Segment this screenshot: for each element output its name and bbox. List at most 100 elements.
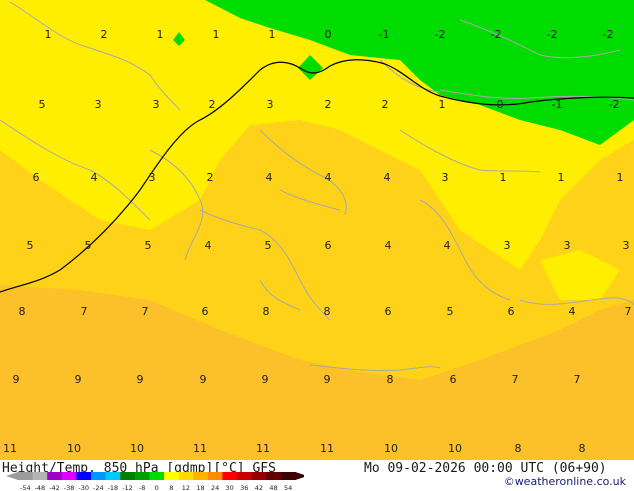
temperature-value-label: 7 (142, 305, 149, 318)
temperature-value-label: 9 (13, 373, 20, 386)
temperature-value-label: 3 (267, 98, 274, 111)
temperature-value-label: -2 (609, 98, 620, 111)
temperature-value-label: 9 (262, 373, 269, 386)
temperature-value-label: 2 (382, 98, 389, 111)
scale-swatch (266, 472, 282, 480)
temperature-value-label: 0 (325, 28, 332, 41)
temperature-value-label: 5 (39, 98, 46, 111)
scale-left-arrow (6, 472, 18, 480)
scale-swatch (164, 472, 180, 480)
scale-right-arrow (295, 472, 304, 480)
temperature-value-label: 5 (447, 305, 454, 318)
scale-swatch (32, 472, 48, 480)
footer-bar: Height/Temp. 850 hPa [gdmp][°C] GFS Mo 0… (0, 460, 634, 491)
temperature-value-label: -2 (603, 28, 614, 41)
temperature-value-label: 8 (515, 442, 522, 455)
scale-swatch (178, 472, 194, 480)
temperature-value-label: 9 (75, 373, 82, 386)
temperature-value-label: 4 (384, 171, 391, 184)
temperature-value-label: 6 (450, 373, 457, 386)
temperature-value-label: 10 (130, 442, 144, 455)
source-credit[interactable]: ©weatheronline.co.uk (504, 475, 626, 488)
temperature-value-label: 6 (385, 305, 392, 318)
temperature-value-label: 11 (193, 442, 207, 455)
temperature-value-label: 4 (91, 171, 98, 184)
temperature-value-label: 1 (617, 171, 624, 184)
temperature-value-label: 2 (325, 98, 332, 111)
temperature-value-label: 9 (200, 373, 207, 386)
temperature-value-label: 3 (95, 98, 102, 111)
temperature-value-label: 3 (153, 98, 160, 111)
temperature-value-label: 11 (320, 442, 334, 455)
temperature-value-label: 2 (101, 28, 108, 41)
scale-swatch (134, 472, 150, 480)
temperature-value-label: 5 (265, 239, 272, 252)
temperature-value-label: 6 (33, 171, 40, 184)
temperature-value-label: 11 (256, 442, 270, 455)
temperature-value-label: 4 (385, 239, 392, 252)
scale-swatch (207, 472, 223, 480)
temperature-value-label: 4 (325, 171, 332, 184)
temperature-value-label: 8 (324, 305, 331, 318)
temperature-value-label: -1 (552, 98, 563, 111)
temperature-value-label: 6 (508, 305, 515, 318)
temperature-value-label: -2 (491, 28, 502, 41)
color-scale-bar: -54 -48 -42 -38 -30 -24 -18 -12 -8 0 8 12 18 24 30 36 42… (6, 472, 304, 491)
temperature-value-label: 7 (512, 373, 519, 386)
temperature-value-label: 3 (623, 239, 630, 252)
temperature-value-label: 3 (564, 239, 571, 252)
scale-swatch (91, 472, 107, 480)
scale-swatch (280, 472, 296, 480)
temperature-value-label: 7 (81, 305, 88, 318)
temperature-value-label: 1 (213, 28, 220, 41)
temperature-value-label: 1 (269, 28, 276, 41)
scale-swatch (120, 472, 136, 480)
temperature-value-label: 3 (149, 171, 156, 184)
scale-swatch (61, 472, 77, 480)
temperature-value-label: 8 (579, 442, 586, 455)
temperature-value-label: 7 (625, 305, 632, 318)
temperature-value-label: 4 (444, 239, 451, 252)
temperature-value-label: -2 (435, 28, 446, 41)
scale-swatch (18, 472, 34, 480)
temperature-value-label: 9 (137, 373, 144, 386)
scale-swatch (237, 472, 253, 480)
temperature-value-label: 5 (85, 239, 92, 252)
temperature-value-label: 5 (27, 239, 34, 252)
temperature-value-label: 8 (387, 373, 394, 386)
scale-swatch (251, 472, 267, 480)
temperature-value-label: 1 (45, 28, 52, 41)
temperature-value-label: 6 (325, 239, 332, 252)
temperature-value-label: 4 (266, 171, 273, 184)
temperature-value-label: 4 (569, 305, 576, 318)
temperature-value-label: 10 (448, 442, 462, 455)
temperature-value-label: 3 (504, 239, 511, 252)
scale-swatch (222, 472, 238, 480)
scale-swatch (76, 472, 92, 480)
temperature-value-label: -2 (547, 28, 558, 41)
temperature-value-label: 3 (442, 171, 449, 184)
temperature-value-label: 10 (67, 442, 81, 455)
scale-swatch (149, 472, 165, 480)
valid-datetime: Mo 09-02-2026 00:00 UTC (06+90) (364, 461, 607, 476)
temperature-value-label: 5 (145, 239, 152, 252)
scale-swatch (47, 472, 63, 480)
temperature-value-label: 2 (209, 98, 216, 111)
temperature-value-label: 11 (3, 442, 17, 455)
scale-swatch (193, 472, 209, 480)
temperature-value-label: 9 (324, 373, 331, 386)
scale-swatch (105, 472, 121, 480)
temperature-value-label: 6 (202, 305, 209, 318)
temperature-value-label: 8 (263, 305, 270, 318)
temperature-value-label: 4 (205, 239, 212, 252)
temperature-value-label: 1 (558, 171, 565, 184)
temperature-map: 1 2 1 1 1 0 -1 -2 -2 -2 -25 3 3 2 3 2 2 1 0 -1 -26 4 3 2 4 4 4 3 1 1 1… (0, 0, 634, 460)
temperature-value-label: 8 (19, 305, 26, 318)
temperature-value-label: 0 (497, 98, 504, 111)
temperature-value-label: 1 (439, 98, 446, 111)
temperature-value-label: -1 (379, 28, 390, 41)
temperature-value-label: 7 (574, 373, 581, 386)
temperature-value-label: 1 (500, 171, 507, 184)
temperature-value-label: 1 (157, 28, 164, 41)
temperature-value-label: 2 (207, 171, 214, 184)
